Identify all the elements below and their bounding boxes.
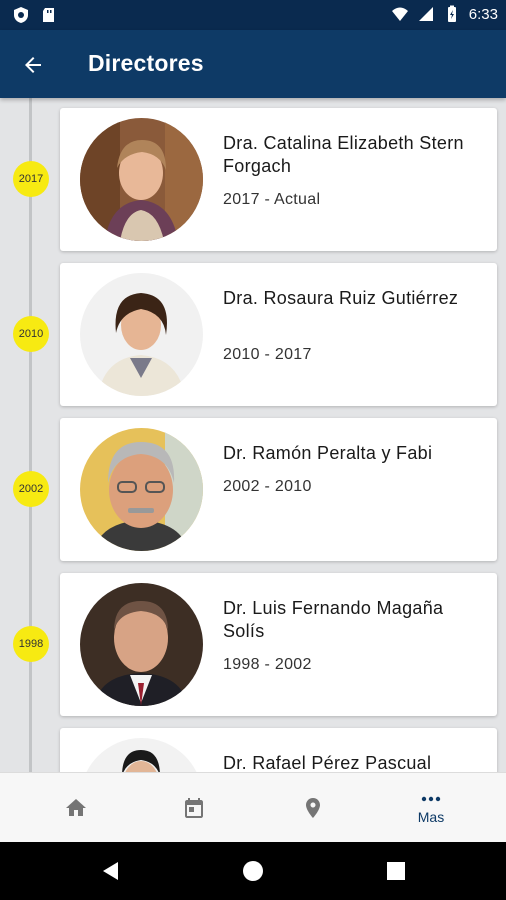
page-title: Directores (88, 50, 204, 76)
more-icon (421, 796, 441, 802)
director-card[interactable]: Dr. Luis Fernando Magaña Solís 1998 - 20… (60, 573, 497, 716)
status-time: 6:33 (468, 5, 498, 23)
signal-icon (418, 7, 433, 21)
year-marker: 2010 (13, 316, 49, 352)
director-photo (80, 273, 203, 396)
system-home-button[interactable] (238, 856, 268, 886)
year-marker: 2002 (13, 471, 49, 507)
home-icon (66, 799, 86, 816)
director-name: Dra. Rosaura Ruiz Gutiérrez (223, 288, 459, 308)
director-card[interactable]: Dra. Rosaura Ruiz Gutiérrez 2010 - 2017 (60, 263, 497, 406)
nav-more[interactable]: Mas (368, 773, 494, 843)
director-period: 2010 - 2017 (223, 346, 312, 363)
director-period: 1998 - 2002 (223, 656, 312, 673)
director-name: Dr. Ramón Peralta y Fabi (223, 443, 433, 463)
director-period: 2002 - 2010 (223, 478, 312, 495)
director-photo (80, 738, 203, 772)
back-button[interactable] (16, 48, 50, 82)
year-marker: 1998 (13, 626, 49, 662)
wifi-icon (391, 7, 408, 21)
year-marker: 2017 (13, 161, 49, 197)
sd-card-notification-icon (43, 8, 54, 22)
battery-icon (447, 5, 456, 22)
calendar-icon (185, 798, 203, 818)
director-photo (80, 118, 203, 241)
status-bar: 6:33 (0, 0, 506, 30)
director-name: Dra. Catalina Elizabeth Stern Forgach (223, 133, 464, 176)
director-photo (80, 583, 203, 706)
system-back-button[interactable] (96, 856, 126, 886)
shield-notification-icon (14, 7, 28, 23)
nav-home[interactable] (13, 773, 139, 843)
circle-home-icon (243, 861, 263, 881)
timeline-line (29, 98, 32, 772)
bottom-navigation: Mas (0, 772, 506, 842)
director-card[interactable]: Dr. Rafael Pérez Pascual (60, 728, 497, 772)
triangle-back-icon (103, 862, 118, 880)
directors-timeline[interactable]: Dra. Catalina Elizabeth Stern Forgach 20… (0, 98, 506, 772)
director-period: 2017 - Actual (223, 191, 321, 208)
director-card[interactable]: Dr. Ramón Peralta y Fabi 2002 - 2010 (60, 418, 497, 561)
nav-calendar[interactable] (131, 773, 257, 843)
square-recents-icon (387, 862, 405, 880)
arrow-back-icon (25, 57, 41, 73)
director-name: Dr. Luis Fernando Magaña Solís (223, 598, 444, 641)
nav-more-label: Mas (417, 809, 445, 825)
director-name: Dr. Rafael Pérez Pascual (223, 753, 432, 772)
director-photo (80, 428, 203, 551)
app-bar: Directores (0, 30, 506, 98)
system-navigation-bar (0, 842, 506, 900)
director-card[interactable]: Dra. Catalina Elizabeth Stern Forgach 20… (60, 108, 497, 251)
location-pin-icon (306, 798, 320, 818)
nav-location[interactable] (250, 773, 376, 843)
system-recents-button[interactable] (381, 856, 411, 886)
